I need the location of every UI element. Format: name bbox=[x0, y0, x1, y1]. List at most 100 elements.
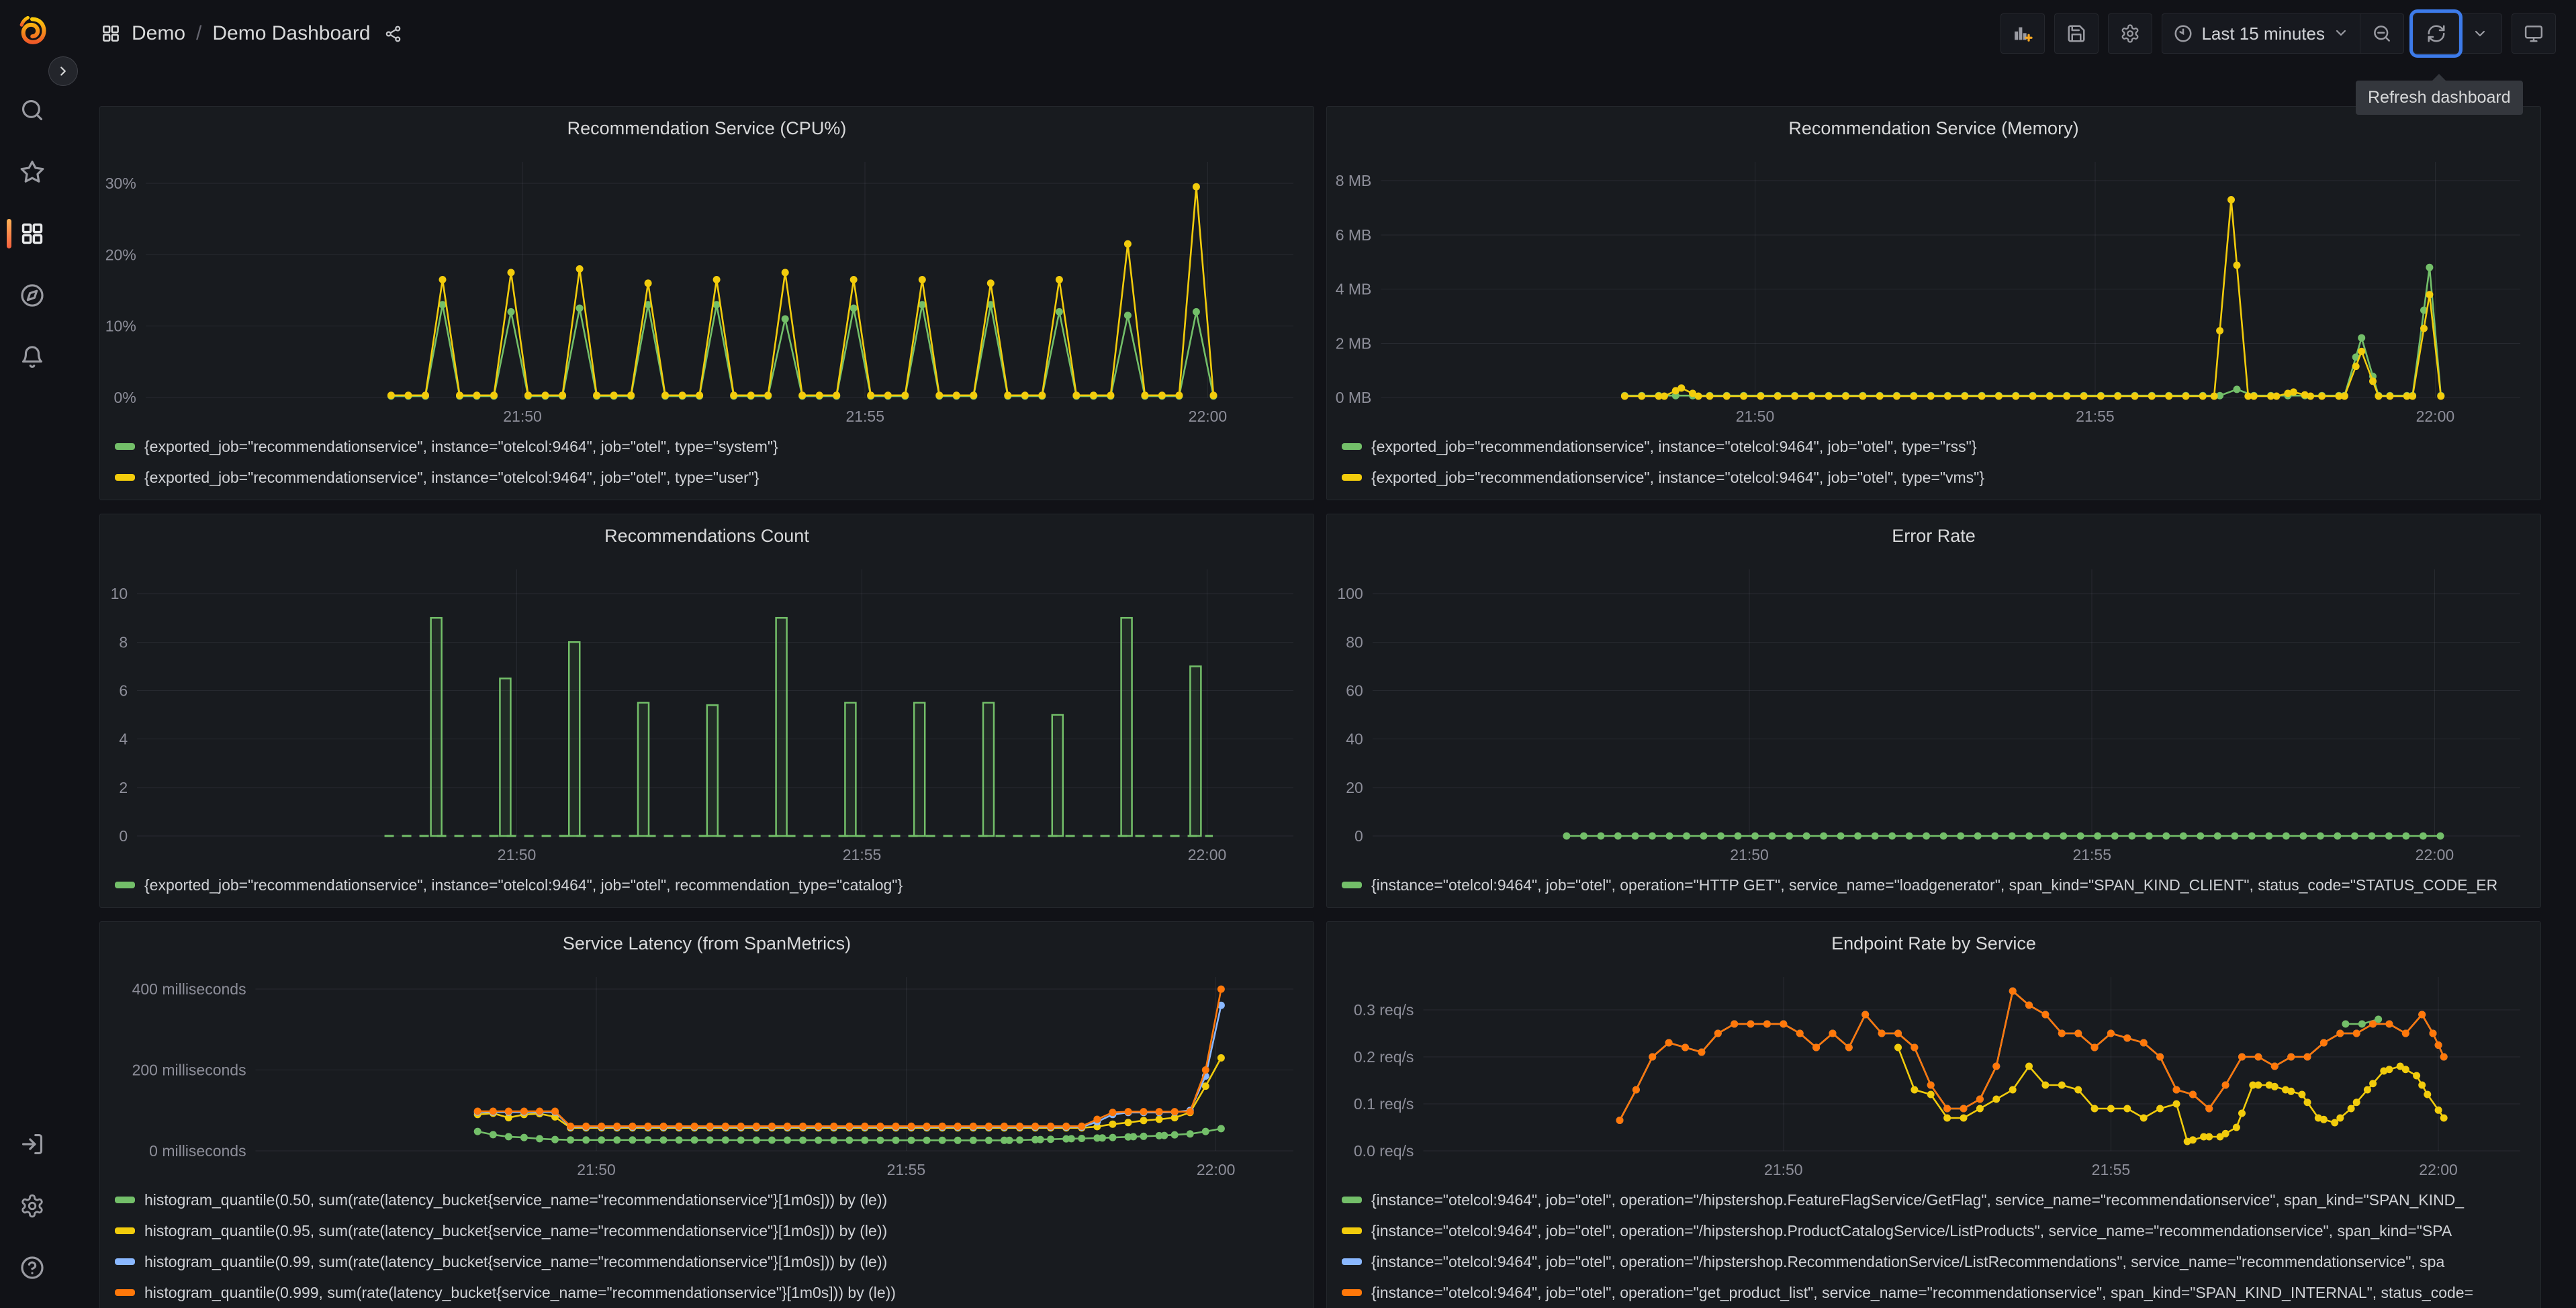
svg-text:22:00: 22:00 bbox=[1188, 846, 1227, 863]
svg-text:21:55: 21:55 bbox=[2092, 1161, 2131, 1178]
svg-text:0%: 0% bbox=[114, 389, 136, 406]
add-panel-button[interactable] bbox=[2000, 13, 2045, 54]
svg-text:20%: 20% bbox=[105, 246, 136, 263]
panel-legend: histogram_quantile(0.50, sum(rate(latenc… bbox=[100, 1183, 1314, 1308]
grafana-logo[interactable] bbox=[13, 12, 51, 50]
sidebar-item-search[interactable] bbox=[0, 79, 64, 141]
svg-text:10%: 10% bbox=[105, 318, 136, 335]
sidebar-expand-button[interactable] bbox=[48, 56, 78, 86]
legend-label: {exported_job="recommendationservice", i… bbox=[1371, 468, 1985, 486]
legend-label: {instance="otelcol:9464", job="otel", op… bbox=[1371, 1190, 2465, 1209]
help-icon bbox=[21, 1256, 44, 1279]
panel-title[interactable]: Recommendation Service (CPU%) bbox=[100, 107, 1314, 150]
save-dashboard-button[interactable] bbox=[2054, 13, 2099, 54]
legend-item[interactable]: {exported_job="recommendationservice", i… bbox=[1342, 462, 2540, 493]
chart-canvas[interactable]: 0 MB 2 MB 4 MB 6 MB 8 MB 21:50 21:55 22:00 bbox=[1327, 150, 2540, 430]
time-range-picker[interactable]: Last 15 minutes bbox=[2162, 13, 2360, 54]
svg-text:21:50: 21:50 bbox=[1736, 408, 1775, 425]
sidebar-item-explore[interactable] bbox=[0, 265, 64, 326]
legend-item[interactable]: histogram_quantile(0.99, sum(rate(latenc… bbox=[115, 1246, 1314, 1277]
legend-item[interactable]: {instance="otelcol:9464", job="otel", op… bbox=[1342, 1246, 2540, 1277]
gear-icon bbox=[21, 1194, 43, 1218]
legend-label: {instance="otelcol:9464", job="otel", op… bbox=[1371, 1283, 2474, 1301]
legend-swatch bbox=[1342, 1197, 1362, 1203]
clock-icon bbox=[2174, 25, 2192, 42]
svg-text:0.0 req/s: 0.0 req/s bbox=[1354, 1142, 1414, 1160]
legend-label: {instance="otelcol:9464", job="otel", op… bbox=[1371, 1252, 2445, 1270]
panel-title[interactable]: Recommendations Count bbox=[100, 514, 1314, 557]
chart-canvas[interactable]: 0% 10% 20% 30% 21:50 21:55 22:00 bbox=[100, 150, 1314, 430]
svg-text:0.1 req/s: 0.1 req/s bbox=[1354, 1095, 1414, 1113]
search-icon bbox=[21, 99, 43, 121]
panel-legend: {instance="otelcol:9464", job="otel", op… bbox=[1327, 868, 2540, 907]
breadcrumb-section[interactable]: Demo bbox=[132, 22, 185, 45]
refresh-tooltip: Refresh dashboard bbox=[2356, 74, 2523, 115]
legend-item[interactable]: {exported_job="recommendationservice", i… bbox=[115, 462, 1314, 493]
legend-item[interactable]: histogram_quantile(0.999, sum(rate(laten… bbox=[115, 1277, 1314, 1308]
gear-icon bbox=[2122, 24, 2139, 43]
panel-title[interactable]: Error Rate bbox=[1327, 514, 2540, 557]
save-icon bbox=[2068, 25, 2085, 42]
zoom-out-time-button[interactable] bbox=[2360, 13, 2404, 54]
legend-label: histogram_quantile(0.99, sum(rate(latenc… bbox=[144, 1252, 888, 1270]
sign-in-icon bbox=[21, 1133, 43, 1155]
legend-label: histogram_quantile(0.999, sum(rate(laten… bbox=[144, 1283, 896, 1301]
svg-text:22:00: 22:00 bbox=[1197, 1161, 1236, 1178]
sidebar-item-dashboards[interactable] bbox=[0, 203, 64, 265]
legend-swatch bbox=[115, 1197, 135, 1203]
svg-text:21:55: 21:55 bbox=[887, 1161, 926, 1178]
dashboard-toolbar: Last 15 minutes bbox=[2000, 9, 2556, 58]
legend-item[interactable]: {instance="otelcol:9464", job="otel", op… bbox=[1342, 1184, 2540, 1215]
chart-canvas[interactable]: 0 20 40 60 80 100 21:50 21:55 22:00 bbox=[1327, 557, 2540, 868]
sidebar-item-sign-in[interactable] bbox=[0, 1113, 64, 1175]
compass-icon bbox=[21, 284, 44, 307]
legend-label: histogram_quantile(0.95, sum(rate(latenc… bbox=[144, 1221, 888, 1240]
svg-text:0 milliseconds: 0 milliseconds bbox=[149, 1142, 246, 1160]
share-dashboard-button[interactable] bbox=[384, 25, 402, 43]
legend-item[interactable]: histogram_quantile(0.50, sum(rate(latenc… bbox=[115, 1184, 1314, 1215]
svg-text:4 MB: 4 MB bbox=[1336, 281, 1372, 298]
legend-item[interactable]: {instance="otelcol:9464", job="otel", op… bbox=[1342, 1215, 2540, 1246]
svg-text:20: 20 bbox=[1346, 779, 1363, 796]
svg-text:21:50: 21:50 bbox=[498, 846, 537, 863]
sidebar-item-configuration[interactable] bbox=[0, 1175, 64, 1237]
legend-item[interactable]: histogram_quantile(0.95, sum(rate(latenc… bbox=[115, 1215, 1314, 1246]
chart-canvas[interactable]: 0.0 req/s 0.1 req/s 0.2 req/s 0.3 req/s 21:5… bbox=[1327, 965, 2540, 1183]
svg-text:21:55: 21:55 bbox=[2076, 408, 2115, 425]
chart-canvas[interactable]: 0 milliseconds 200 milliseconds 400 millis… bbox=[100, 965, 1314, 1183]
svg-text:0: 0 bbox=[1354, 827, 1363, 845]
legend-swatch bbox=[115, 1289, 135, 1296]
svg-text:30%: 30% bbox=[105, 175, 136, 192]
chart-canvas[interactable]: 0 2 4 6 8 10 21:50 21:55 22:00 bbox=[100, 557, 1314, 868]
legend-label: {instance="otelcol:9464", job="otel", op… bbox=[1371, 1221, 2452, 1240]
legend-item[interactable]: {exported_job="recommendationservice", i… bbox=[115, 870, 1314, 900]
svg-text:21:50: 21:50 bbox=[503, 408, 542, 425]
sidebar-item-alerting[interactable] bbox=[0, 326, 64, 388]
panel: Recommendation Service (CPU%) 0% 10% 20% 30%… bbox=[99, 106, 1314, 500]
legend-item[interactable]: {exported_job="recommendationservice", i… bbox=[115, 431, 1314, 462]
legend-item[interactable]: {exported_job="recommendationservice", i… bbox=[1342, 431, 2540, 462]
refresh-dashboard-button[interactable] bbox=[2409, 9, 2463, 58]
sidebar-item-help[interactable] bbox=[0, 1237, 64, 1299]
panel-title[interactable]: Endpoint Rate by Service bbox=[1327, 922, 2540, 965]
cycle-view-mode-button[interactable] bbox=[2512, 13, 2556, 54]
share-icon bbox=[385, 26, 400, 42]
legend-swatch bbox=[1342, 443, 1362, 450]
svg-text:21:50: 21:50 bbox=[577, 1161, 616, 1178]
refresh-interval-dropdown[interactable] bbox=[2458, 13, 2502, 54]
svg-text:22:00: 22:00 bbox=[2416, 408, 2455, 425]
bell-icon bbox=[21, 346, 43, 368]
svg-text:6: 6 bbox=[119, 682, 128, 699]
legend-item[interactable]: {instance="otelcol:9464", job="otel", op… bbox=[1342, 870, 2540, 900]
panel-legend: {exported_job="recommendationservice", i… bbox=[100, 430, 1314, 500]
breadcrumb-page[interactable]: Demo Dashboard bbox=[212, 22, 370, 45]
sidebar-item-starred[interactable] bbox=[0, 141, 64, 203]
svg-text:40: 40 bbox=[1346, 731, 1363, 748]
dashboard-settings-button[interactable] bbox=[2108, 13, 2153, 54]
panel-title[interactable]: Service Latency (from SpanMetrics) bbox=[100, 922, 1314, 965]
svg-text:8: 8 bbox=[119, 633, 128, 651]
legend-swatch bbox=[115, 474, 135, 481]
legend-item[interactable]: {instance="otelcol:9464", job="otel", op… bbox=[1342, 1277, 2540, 1308]
refresh-group bbox=[2409, 9, 2502, 58]
chevron-down-icon bbox=[2336, 30, 2346, 36]
